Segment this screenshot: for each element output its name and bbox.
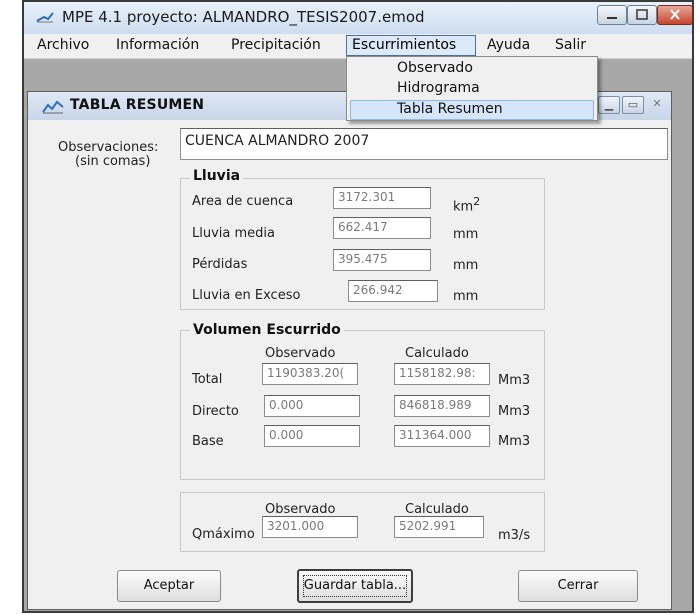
directo-observado-field[interactable]: 0.000 <box>264 395 360 417</box>
menu-ayuda[interactable]: Ayuda <box>487 37 530 53</box>
volumen-col-calculado: Calculado <box>405 346 469 361</box>
window-title: MPE 4.1 proyecto: ALMANDRO_TESIS2007.emo… <box>62 8 425 26</box>
area-cuenca-field[interactable]: 3172.301 <box>333 187 431 209</box>
base-calculado-field[interactable]: 311364.000 <box>394 425 490 447</box>
menuitem-tabla-resumen[interactable]: Tabla Resumen <box>397 101 503 117</box>
qmaximo-group <box>180 492 545 552</box>
volumen-group-title: Volumen Escurrido <box>190 322 344 338</box>
directo-unit: Mm3 <box>498 404 531 419</box>
escurrimientos-dropdown: Observado Hidrograma Tabla Resumen <box>346 56 598 121</box>
total-unit: Mm3 <box>498 373 531 388</box>
lluvia-exceso-unit: mm <box>453 289 479 304</box>
qmaximo-label: Qmáximo <box>192 527 255 542</box>
menu-informacion[interactable]: Información <box>116 37 199 53</box>
perdidas-field[interactable]: 395.475 <box>333 249 431 271</box>
area-unit-base: km <box>453 199 474 215</box>
total-calculado-field[interactable]: 1158182.98: <box>394 363 490 385</box>
close-button[interactable] <box>657 5 693 25</box>
area-unit: km2 <box>453 195 480 214</box>
lluvia-group-title: Lluvia <box>190 168 244 184</box>
lluvia-exceso-field[interactable]: 266.942 <box>348 280 438 302</box>
lluvia-media-field[interactable]: 662.417 <box>333 217 431 239</box>
minimize-icon <box>607 17 617 19</box>
child-close-button[interactable]: ✕ <box>646 96 668 114</box>
app-icon <box>36 12 54 23</box>
volumen-col-observado: Observado <box>265 346 336 361</box>
menu-precipitacion[interactable]: Precipitación <box>231 37 321 53</box>
area-unit-exponent: 2 <box>473 195 481 208</box>
guardar-tabla-label: Guardar tabla... <box>303 578 407 593</box>
child-minimize-button[interactable]: ▁ <box>598 96 620 114</box>
observaciones-input[interactable]: CUENCA ALMANDRO 2007 <box>180 128 668 160</box>
close-icon: ✕ <box>652 97 662 110</box>
maximize-button[interactable] <box>627 5 657 25</box>
qmaximo-observado-field[interactable]: 3201.000 <box>262 516 358 538</box>
menuitem-observado[interactable]: Observado <box>397 60 473 76</box>
lluvia-label-perdidas: Pérdidas <box>192 257 248 272</box>
menu-escurrimientos[interactable]: Escurrimientos <box>346 35 476 56</box>
close-icon <box>670 9 680 20</box>
lluvia-label-media: Lluvia media <box>192 226 275 241</box>
child-maximize-button[interactable]: ▭ <box>622 96 644 114</box>
child-window-title: TABLA RESUMEN <box>70 97 205 113</box>
qmaximo-calculado-field[interactable]: 5202.991 <box>394 516 484 538</box>
cerrar-button[interactable]: Cerrar <box>518 570 638 602</box>
base-observado-field[interactable]: 0.000 <box>264 425 360 447</box>
maximize-icon <box>636 9 648 20</box>
minimize-button[interactable] <box>597 5 627 25</box>
menu-salir[interactable]: Salir <box>555 37 586 53</box>
child-window-controls: ▁ ▭ ✕ <box>598 96 668 116</box>
volumen-label-base: Base <box>192 434 224 449</box>
menu-archivo[interactable]: Archivo <box>37 37 89 53</box>
volumen-label-total: Total <box>192 372 223 387</box>
guardar-tabla-button[interactable]: Guardar tabla... <box>297 569 413 603</box>
observaciones-label: Observaciones: <box>58 140 159 155</box>
qmaximo-col-calculado: Calculado <box>405 502 469 517</box>
maximize-icon: ▭ <box>627 98 639 111</box>
base-unit: Mm3 <box>498 434 531 449</box>
volumen-label-directo: Directo <box>192 404 239 419</box>
lluvia-media-unit: mm <box>453 227 479 242</box>
perdidas-unit: mm <box>453 258 479 273</box>
lluvia-label-area: Area de cuenca <box>192 194 294 209</box>
qmaximo-col-observado: Observado <box>265 502 336 517</box>
total-observado-field[interactable]: 1190383.20( <box>262 363 358 385</box>
lluvia-label-exceso: Lluvia en Exceso <box>192 288 301 303</box>
qmaximo-unit: m3/s <box>498 528 531 543</box>
directo-calculado-field[interactable]: 846818.989 <box>394 395 490 417</box>
menuitem-hidrograma[interactable]: Hidrograma <box>397 80 480 96</box>
chart-icon <box>42 100 64 114</box>
aceptar-button[interactable]: Aceptar <box>117 570 221 602</box>
minimize-icon: ▁ <box>604 98 614 111</box>
observaciones-sublabel: (sin comas) <box>75 154 151 169</box>
